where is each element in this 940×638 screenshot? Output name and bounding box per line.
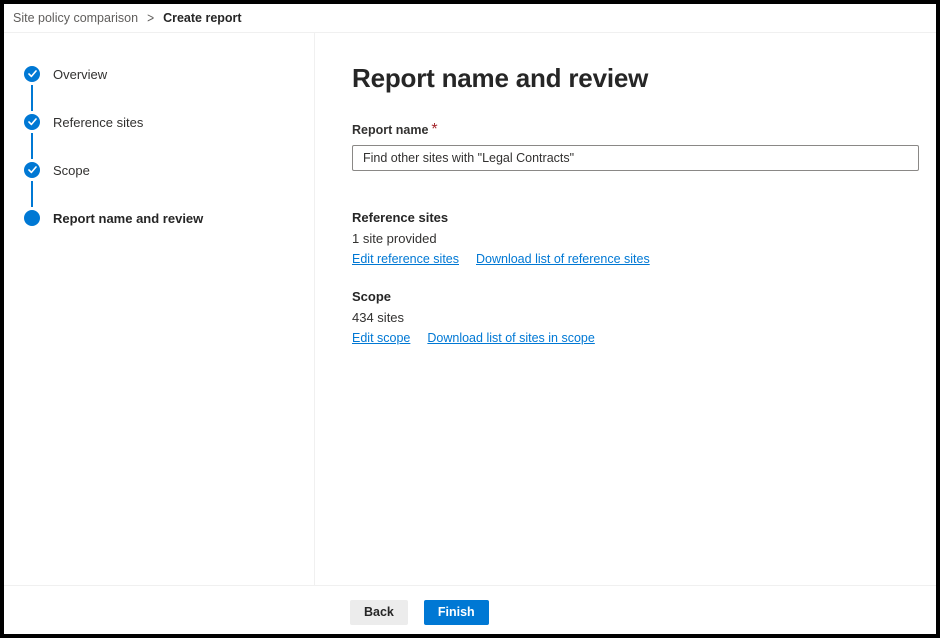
edit-reference-sites-link[interactable]: Edit reference sites — [352, 252, 459, 266]
back-button[interactable]: Back — [350, 600, 408, 625]
check-circle-icon — [24, 114, 40, 130]
scope-summary: 434 sites — [352, 310, 919, 325]
check-circle-icon — [24, 162, 40, 178]
reference-sites-section: Reference sites 1 site provided Edit ref… — [352, 210, 919, 266]
main-panel: Report name and review Report name* Refe… — [315, 33, 936, 585]
step-label: Overview — [53, 67, 107, 82]
finish-button[interactable]: Finish — [424, 600, 489, 625]
create-report-wizard: Site policy comparison > Create report O… — [0, 0, 940, 638]
filled-circle-icon — [24, 210, 40, 226]
step-reference-sites[interactable]: Reference sites — [24, 114, 314, 130]
step-overview[interactable]: Overview — [24, 66, 314, 82]
check-circle-icon — [24, 66, 40, 82]
wizard-stepper: Overview Reference sites Scope Report na… — [4, 33, 315, 585]
scope-heading: Scope — [352, 289, 919, 304]
download-reference-sites-link[interactable]: Download list of reference sites — [476, 252, 650, 266]
report-name-label: Report name — [352, 123, 428, 137]
chevron-right-icon: > — [147, 10, 154, 26]
wizard-body: Overview Reference sites Scope Report na… — [4, 33, 936, 585]
scope-links: Edit scope Download list of sites in sco… — [352, 331, 919, 345]
wizard-footer: Back Finish — [4, 585, 936, 634]
scope-section: Scope 434 sites Edit scope Download list… — [352, 289, 919, 345]
step-label: Reference sites — [53, 115, 143, 130]
reference-sites-summary: 1 site provided — [352, 231, 919, 246]
step-label: Report name and review — [53, 211, 203, 226]
reference-sites-links: Edit reference sites Download list of re… — [352, 252, 919, 266]
breadcrumb-parent-link[interactable]: Site policy comparison — [13, 11, 138, 25]
required-marker: * — [431, 121, 437, 138]
page-title: Report name and review — [352, 63, 919, 94]
report-name-input[interactable] — [352, 145, 919, 171]
breadcrumb: Site policy comparison > Create report — [4, 4, 936, 33]
step-scope[interactable]: Scope — [24, 162, 314, 178]
edit-scope-link[interactable]: Edit scope — [352, 331, 410, 345]
step-report-name-and-review[interactable]: Report name and review — [24, 210, 314, 226]
report-name-field: Report name* — [352, 121, 919, 171]
step-label: Scope — [53, 163, 90, 178]
download-sites-in-scope-link[interactable]: Download list of sites in scope — [427, 331, 594, 345]
reference-sites-heading: Reference sites — [352, 210, 919, 225]
breadcrumb-current: Create report — [163, 11, 242, 25]
